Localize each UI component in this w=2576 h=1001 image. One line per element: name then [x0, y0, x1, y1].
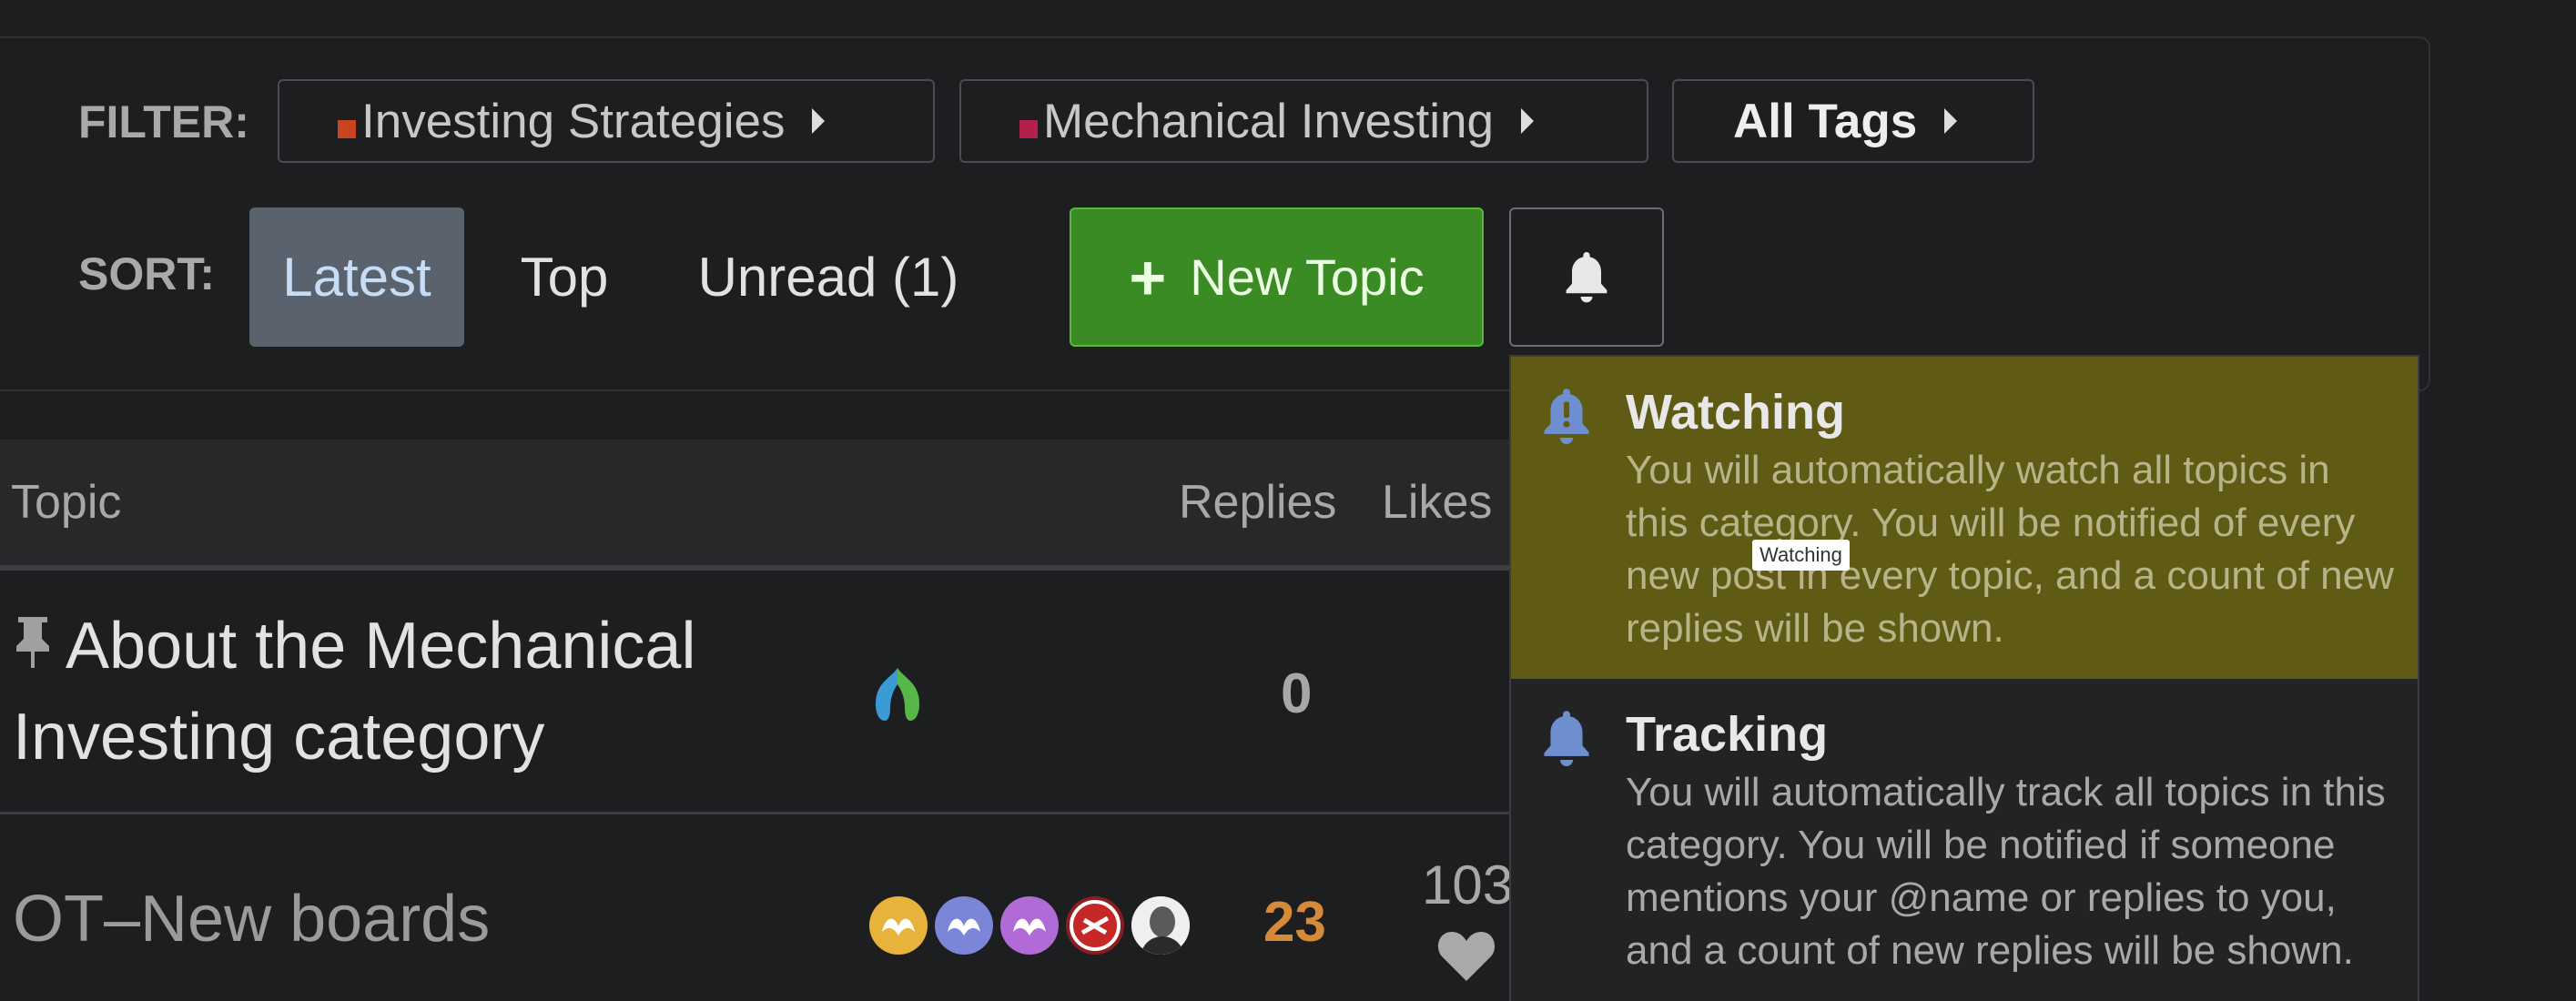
notification-option-watching[interactable]: Watching You will automatically watch al… [1511, 357, 2418, 679]
option-title: Watching [1626, 385, 1845, 440]
avatar-logo-icon [876, 668, 919, 721]
header-divider [0, 565, 1511, 571]
sort-latest-tab[interactable]: Latest [249, 207, 464, 347]
poster-avatar[interactable] [869, 664, 926, 729]
tooltip: Watching [1752, 540, 1850, 571]
sort-top-tab[interactable]: Top [492, 207, 637, 347]
avatar-logo-icon [1013, 918, 1046, 935]
avatar[interactable] [1066, 896, 1124, 955]
heart-icon [1437, 932, 1496, 981]
reply-count[interactable]: 23 [1263, 890, 1326, 955]
tags-filter[interactable]: All Tags [1672, 79, 2034, 163]
avatar-emblem-icon [1070, 900, 1121, 951]
sort-unread-tab[interactable]: Unread (1) [674, 207, 983, 347]
new-topic-button[interactable]: + New Topic [1070, 207, 1484, 347]
sort-label: SORT: [78, 248, 215, 299]
caret-right-icon [1944, 108, 1958, 134]
caret-right-icon [812, 108, 826, 134]
poster-avatars [869, 896, 1197, 955]
pin-icon [16, 617, 49, 668]
reply-count[interactable]: 0 [1281, 662, 1312, 726]
option-title: Tracking [1626, 707, 1829, 762]
bell-icon [1566, 251, 1607, 302]
row-divider [0, 812, 1511, 814]
avatar[interactable] [935, 896, 993, 955]
avatar-photo-icon [1131, 896, 1190, 955]
topic-title-link[interactable]: OT–New boards [13, 874, 490, 965]
notification-option-tracking[interactable]: Tracking You will automatically track al… [1511, 679, 2418, 1001]
bell-icon [1544, 711, 1589, 767]
avatar-logo-icon [948, 918, 980, 935]
category-filter-label: Mechanical Investing [1043, 94, 1494, 148]
tags-filter-label: All Tags [1733, 94, 1918, 148]
category-color-swatch [338, 120, 356, 138]
page: FILTER: Investing Strategies Mechanical … [0, 0, 2576, 1001]
plus-icon: + [1129, 241, 1167, 313]
bell-exclamation-icon [1544, 389, 1589, 445]
avatar[interactable] [1000, 896, 1059, 955]
column-header-replies[interactable]: Replies [1179, 475, 1336, 530]
notifications-button[interactable] [1509, 207, 1664, 347]
avatar[interactable] [869, 896, 928, 955]
new-topic-label: New Topic [1190, 248, 1425, 306]
category-color-swatch [1019, 120, 1038, 138]
filter-label: FILTER: [78, 96, 249, 147]
column-header-topic[interactable]: Topic [11, 475, 121, 530]
category-filter-label: Investing Strategies [361, 94, 786, 148]
caret-right-icon [1520, 108, 1534, 134]
topic-title-text: About the Mechanical Investing category [13, 610, 696, 774]
category-filter-mechanical-investing[interactable]: Mechanical Investing [959, 79, 1648, 163]
option-description: You will automatically watch all topics … [1626, 448, 2394, 651]
option-description: You will automatically track all topics … [1626, 770, 2386, 973]
notification-level-menu: Watching You will automatically watch al… [1509, 355, 2419, 1001]
avatar-logo-icon [882, 918, 915, 935]
topic-title-link[interactable]: About the Mechanical Investing category [13, 601, 796, 783]
category-filter-investing-strategies[interactable]: Investing Strategies [278, 79, 935, 163]
column-header-likes[interactable]: Likes [1382, 475, 1492, 530]
like-count: 103 [1422, 854, 1514, 915]
avatar[interactable] [1131, 896, 1190, 955]
